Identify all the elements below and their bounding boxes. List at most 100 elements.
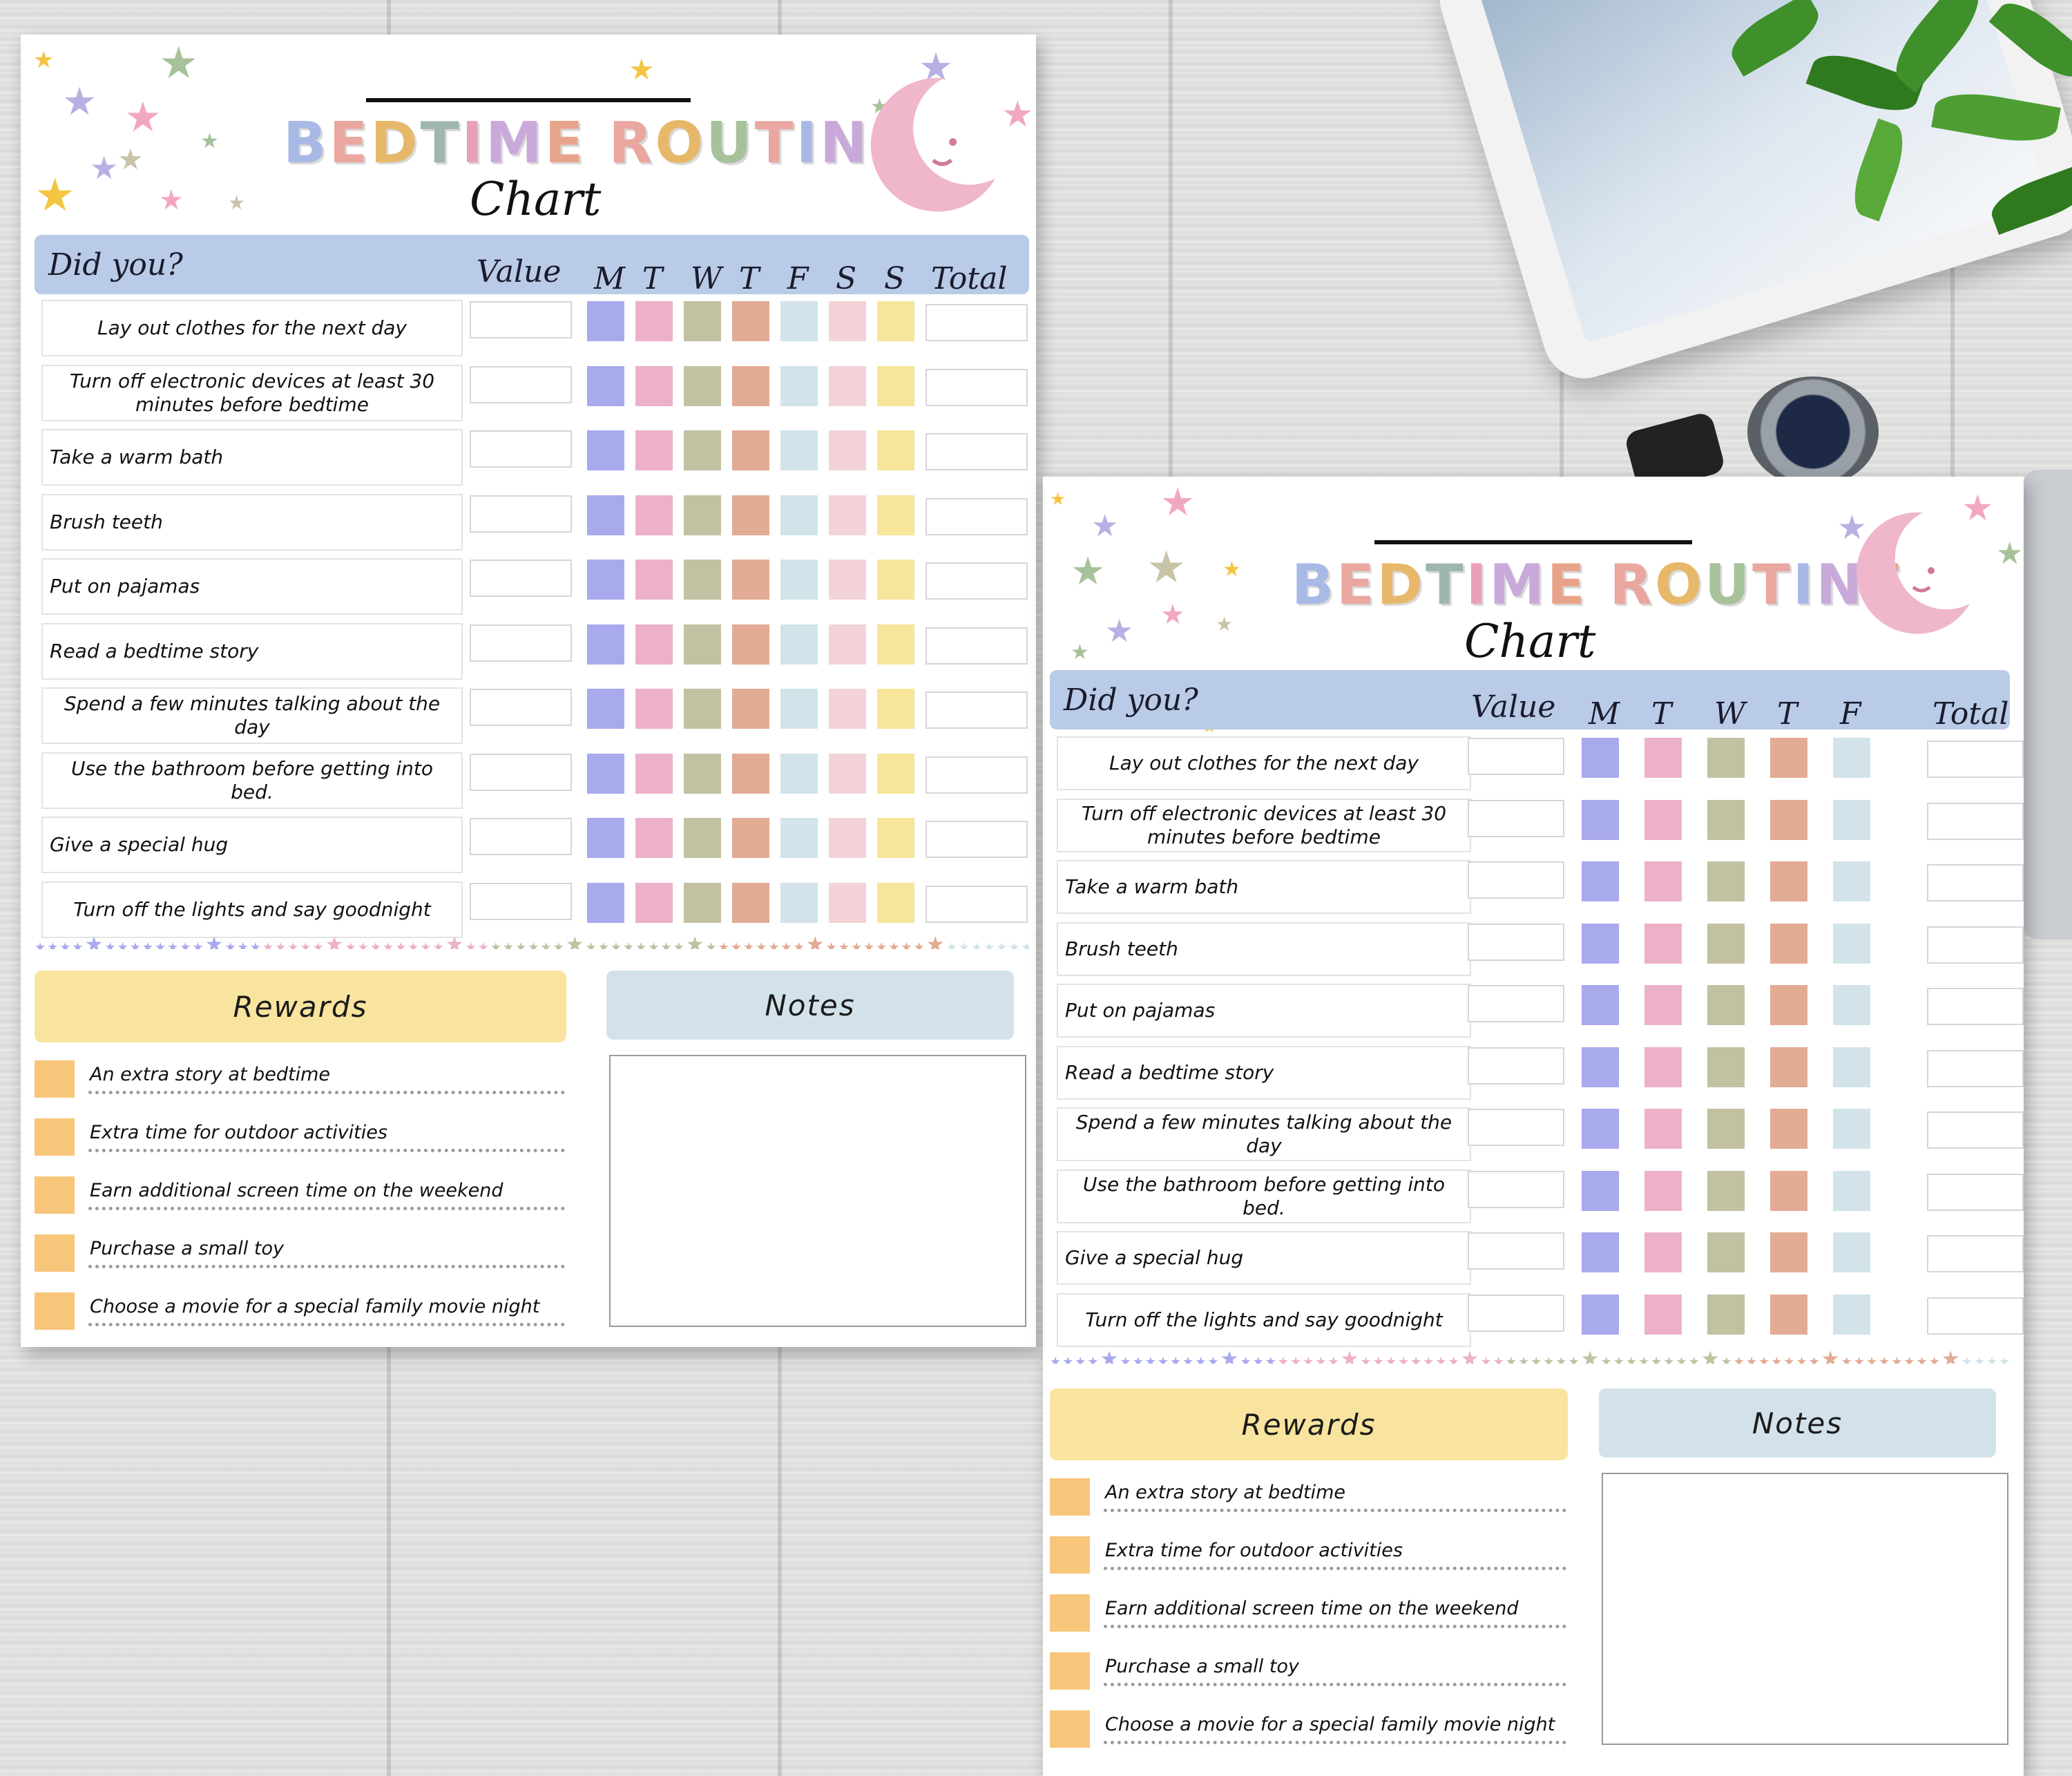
reward-checkbox[interactable] [1050, 1478, 1090, 1516]
total-input-box[interactable] [1927, 864, 2024, 901]
reward-checkbox[interactable] [1050, 1594, 1090, 1632]
total-input-box[interactable] [925, 562, 1028, 600]
day-checkbox[interactable] [1707, 985, 1745, 1025]
total-input-box[interactable] [925, 821, 1028, 858]
day-checkbox[interactable] [587, 560, 624, 600]
day-checkbox[interactable] [684, 430, 721, 470]
day-checkbox[interactable] [635, 624, 673, 665]
day-checkbox[interactable] [780, 495, 818, 535]
day-checkbox[interactable] [684, 560, 721, 600]
day-checkbox[interactable] [1770, 985, 1807, 1025]
value-input-box[interactable] [470, 818, 572, 855]
day-checkbox[interactable] [587, 818, 624, 858]
day-checkbox[interactable] [732, 430, 769, 470]
day-checkbox[interactable] [877, 753, 914, 794]
day-checkbox[interactable] [1833, 799, 1870, 840]
day-checkbox[interactable] [1707, 1109, 1745, 1149]
day-checkbox[interactable] [877, 560, 914, 600]
value-input-box[interactable] [1468, 1294, 1564, 1332]
value-input-box[interactable] [470, 753, 572, 791]
day-checkbox[interactable] [587, 882, 624, 923]
day-checkbox[interactable] [877, 301, 914, 341]
day-checkbox[interactable] [1833, 861, 1870, 901]
day-checkbox[interactable] [877, 818, 914, 858]
day-checkbox[interactable] [1644, 1047, 1682, 1087]
day-checkbox[interactable] [829, 365, 866, 406]
value-input-box[interactable] [1468, 985, 1564, 1022]
day-checkbox[interactable] [1833, 1294, 1870, 1335]
day-checkbox[interactable] [635, 689, 673, 729]
day-checkbox[interactable] [780, 753, 818, 794]
day-checkbox[interactable] [829, 624, 866, 665]
value-input-box[interactable] [470, 689, 572, 726]
day-checkbox[interactable] [829, 495, 866, 535]
day-checkbox[interactable] [1833, 1232, 1870, 1272]
day-checkbox[interactable] [780, 689, 818, 729]
day-checkbox[interactable] [877, 882, 914, 923]
day-checkbox[interactable] [1644, 923, 1682, 964]
day-checkbox[interactable] [1582, 1047, 1619, 1087]
total-input-box[interactable] [1927, 741, 2024, 778]
total-input-box[interactable] [1927, 1173, 2024, 1211]
day-checkbox[interactable] [829, 430, 866, 470]
day-checkbox[interactable] [1644, 1232, 1682, 1272]
reward-checkbox[interactable] [35, 1118, 75, 1156]
day-checkbox[interactable] [1770, 1109, 1807, 1149]
day-checkbox[interactable] [635, 301, 673, 341]
reward-checkbox[interactable] [1050, 1710, 1090, 1748]
day-checkbox[interactable] [1707, 861, 1745, 901]
day-checkbox[interactable] [732, 818, 769, 858]
day-checkbox[interactable] [1833, 1047, 1870, 1087]
total-input-box[interactable] [925, 885, 1028, 923]
day-checkbox[interactable] [877, 430, 914, 470]
value-input-box[interactable] [470, 365, 572, 403]
day-checkbox[interactable] [1770, 1047, 1807, 1087]
day-checkbox[interactable] [635, 560, 673, 600]
day-checkbox[interactable] [1644, 738, 1682, 778]
day-checkbox[interactable] [587, 624, 624, 665]
day-checkbox[interactable] [877, 689, 914, 729]
day-checkbox[interactable] [1582, 1294, 1619, 1335]
total-input-box[interactable] [1927, 1297, 2024, 1335]
day-checkbox[interactable] [829, 689, 866, 729]
day-checkbox[interactable] [732, 882, 769, 923]
notes-area[interactable] [1602, 1473, 2008, 1745]
day-checkbox[interactable] [780, 365, 818, 406]
day-checkbox[interactable] [1582, 1232, 1619, 1272]
day-checkbox[interactable] [1833, 923, 1870, 964]
day-checkbox[interactable] [684, 882, 721, 923]
day-checkbox[interactable] [1582, 1109, 1619, 1149]
value-input-box[interactable] [470, 882, 572, 920]
total-input-box[interactable] [925, 433, 1028, 470]
day-checkbox[interactable] [780, 624, 818, 665]
day-checkbox[interactable] [1770, 1294, 1807, 1335]
day-checkbox[interactable] [780, 430, 818, 470]
day-checkbox[interactable] [684, 818, 721, 858]
value-input-box[interactable] [1468, 1170, 1564, 1208]
value-input-box[interactable] [470, 495, 572, 533]
day-checkbox[interactable] [635, 753, 673, 794]
total-input-box[interactable] [925, 304, 1028, 341]
day-checkbox[interactable] [780, 818, 818, 858]
day-checkbox[interactable] [829, 301, 866, 341]
reward-checkbox[interactable] [35, 1292, 75, 1330]
reward-checkbox[interactable] [35, 1234, 75, 1272]
day-checkbox[interactable] [1707, 1047, 1745, 1087]
day-checkbox[interactable] [1770, 861, 1807, 901]
day-checkbox[interactable] [1707, 1294, 1745, 1335]
value-input-box[interactable] [1468, 923, 1564, 961]
day-checkbox[interactable] [732, 495, 769, 535]
day-checkbox[interactable] [587, 430, 624, 470]
day-checkbox[interactable] [780, 301, 818, 341]
day-checkbox[interactable] [1644, 1109, 1682, 1149]
day-checkbox[interactable] [1833, 985, 1870, 1025]
day-checkbox[interactable] [684, 624, 721, 665]
value-input-box[interactable] [1468, 861, 1564, 899]
day-checkbox[interactable] [587, 301, 624, 341]
value-input-box[interactable] [470, 624, 572, 662]
day-checkbox[interactable] [587, 753, 624, 794]
day-checkbox[interactable] [829, 560, 866, 600]
day-checkbox[interactable] [732, 753, 769, 794]
day-checkbox[interactable] [635, 882, 673, 923]
total-input-box[interactable] [1927, 926, 2024, 964]
